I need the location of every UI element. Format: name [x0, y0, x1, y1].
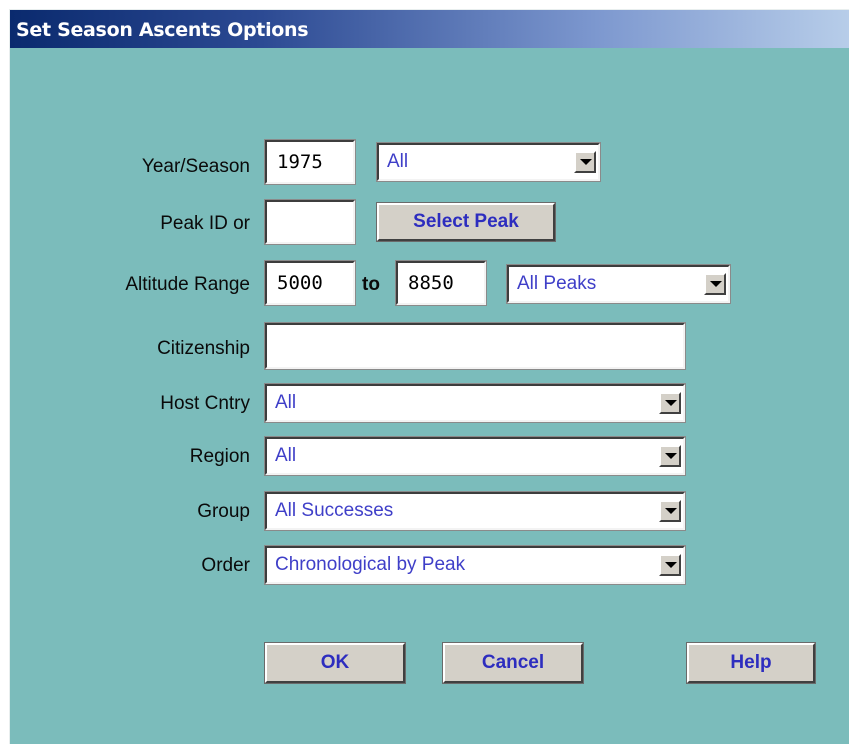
region-select[interactable]: All [264, 436, 686, 476]
chevron-down-icon[interactable] [574, 151, 596, 173]
altitude-from-field[interactable]: 5000 [264, 260, 356, 306]
chevron-down-icon[interactable] [659, 554, 681, 576]
year-field[interactable]: 1975 [264, 139, 356, 185]
order-value: Chronological by Peak [275, 554, 466, 575]
altitude-peaks-value: All Peaks [517, 273, 597, 294]
altitude-range-label: Altitude Range [125, 274, 250, 295]
group-value: All Successes [275, 500, 394, 521]
altitude-to-value: 8850 [408, 272, 454, 294]
peak-id-label: Peak ID or [160, 213, 250, 234]
altitude-peaks-select[interactable]: All Peaks [506, 264, 731, 304]
group-label: Group [197, 501, 250, 522]
season-select[interactable]: All [376, 142, 601, 182]
altitude-to-label: to [362, 274, 380, 295]
host-cntry-label: Host Cntry [160, 393, 250, 414]
group-select[interactable]: All Successes [264, 491, 686, 531]
ok-button[interactable]: OK [264, 642, 406, 684]
chevron-down-icon[interactable] [704, 273, 726, 295]
host-cntry-value: All [275, 392, 297, 413]
cancel-button[interactable]: Cancel [442, 642, 584, 684]
chevron-down-icon[interactable] [659, 392, 681, 414]
year-season-label: Year/Season [141, 156, 250, 177]
chevron-down-icon[interactable] [659, 445, 681, 467]
altitude-from-value: 5000 [277, 272, 323, 294]
dialog-window: Set Season Ascents Options Year/Season 1… [9, 9, 849, 744]
host-cntry-select[interactable]: All [264, 383, 686, 423]
order-label: Order [201, 555, 250, 576]
year-value: 1975 [277, 151, 323, 173]
help-button[interactable]: Help [686, 642, 816, 684]
peak-id-field[interactable] [264, 199, 356, 245]
region-value: All [275, 445, 297, 466]
altitude-to-field[interactable]: 8850 [395, 260, 487, 306]
select-peak-button[interactable]: Select Peak [376, 202, 556, 242]
region-label: Region [189, 446, 250, 467]
order-select[interactable]: Chronological by Peak [264, 545, 686, 585]
chevron-down-icon[interactable] [659, 500, 681, 522]
citizenship-field[interactable] [264, 322, 686, 370]
citizenship-label: Citizenship [157, 338, 250, 359]
title-bar[interactable]: Set Season Ascents Options [10, 10, 849, 48]
season-value: All [387, 151, 409, 172]
window-title: Set Season Ascents Options [16, 19, 309, 41]
